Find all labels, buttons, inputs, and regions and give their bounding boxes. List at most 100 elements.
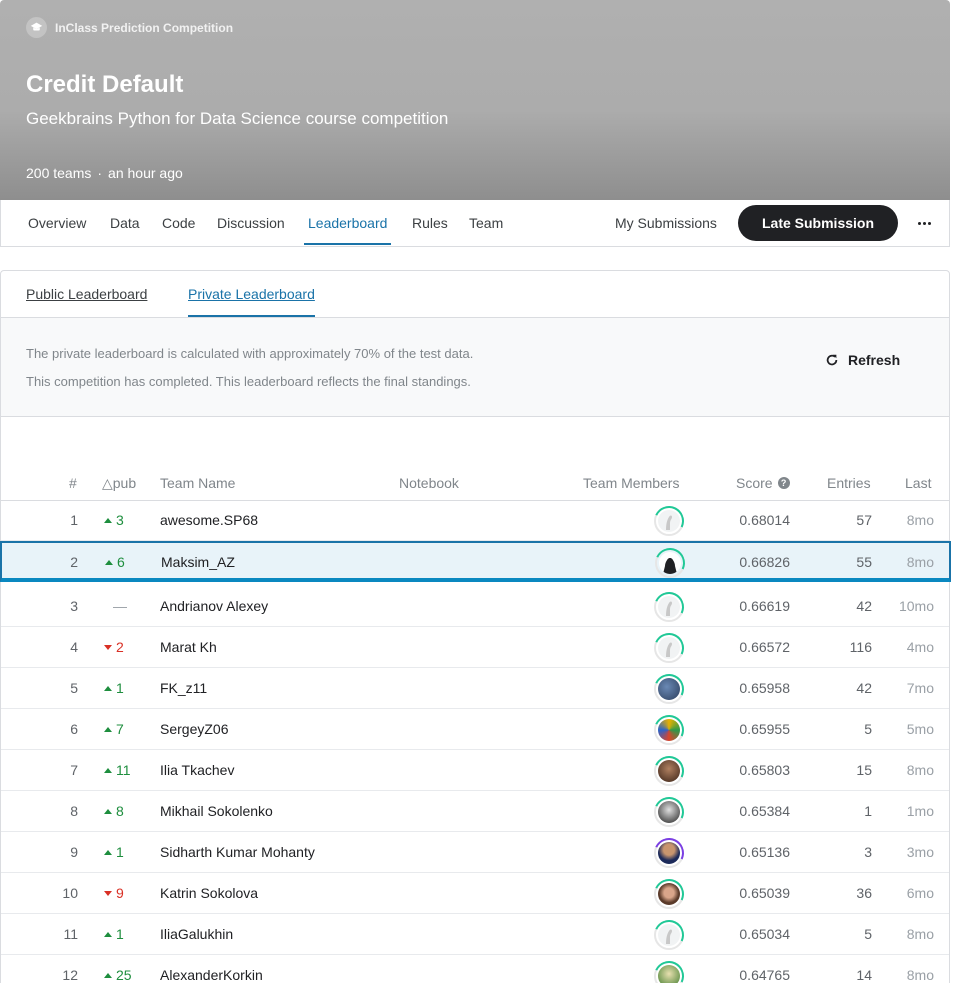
tab-discussion[interactable]: Discussion [217, 200, 285, 246]
rank-cell: 5 [70, 680, 78, 696]
leaderboard-info: The private leaderboard is calculated wi… [1, 318, 949, 417]
rank-change-value: 2 [116, 639, 124, 655]
team-member-avatar[interactable] [649, 710, 689, 750]
table-row[interactable]: 10 9 Katrin Sokolova 0.65039 36 6mo [1, 873, 949, 914]
col-team-members: Team Members [583, 475, 680, 491]
rank-change: 6 [105, 554, 145, 570]
table-row[interactable]: 6 7 SergeyZ06 0.65955 5 5mo [1, 709, 949, 750]
rank-cell: 10 [62, 885, 78, 901]
team-member-avatar[interactable] [649, 501, 689, 541]
last-submission-cell: 5mo [906, 721, 934, 737]
team-name-link[interactable]: SergeyZ06 [160, 721, 228, 737]
table-row[interactable]: 3 — Andrianov Alexey 0.66619 42 10mo [1, 586, 949, 627]
competition-page: InClass Prediction Competition Credit De… [0, 0, 953, 983]
avatar-image [658, 760, 680, 782]
last-updated: an hour ago [108, 165, 183, 181]
rank-change-value: 11 [116, 762, 131, 778]
tab-overview[interactable]: Overview [28, 200, 86, 246]
last-submission-cell: 8mo [906, 926, 934, 942]
team-name-link[interactable]: Ilia Tkachev [160, 762, 234, 778]
team-member-avatar[interactable] [649, 669, 689, 709]
team-member-avatar[interactable] [649, 833, 689, 873]
team-member-avatar[interactable] [649, 915, 689, 955]
rank-change: 7 [104, 721, 144, 737]
team-name-link[interactable]: IliaGalukhin [160, 926, 233, 942]
table-row[interactable]: 7 11 Ilia Tkachev 0.65803 15 8mo [1, 750, 949, 791]
table-row[interactable]: 1 3 awesome.SP68 0.68014 57 8mo [1, 500, 949, 541]
team-name-link[interactable]: Katrin Sokolova [160, 885, 258, 901]
team-member-avatar[interactable] [649, 874, 689, 914]
team-member-avatar[interactable] [649, 628, 689, 668]
tab-rules[interactable]: Rules [412, 200, 448, 246]
help-icon[interactable]: ? [777, 477, 790, 489]
arrow-up-icon [104, 931, 112, 937]
arrow-up-icon [104, 767, 112, 773]
rank-cell: 7 [70, 762, 78, 778]
col-notebook: Notebook [399, 475, 459, 491]
refresh-button[interactable]: Refresh [825, 352, 900, 368]
team-member-avatar[interactable] [649, 751, 689, 791]
table-row[interactable]: 9 1 Sidharth Kumar Mohanty 0.65136 3 3mo [1, 832, 949, 873]
last-submission-cell: 8mo [906, 967, 934, 983]
arrow-up-icon [104, 849, 112, 855]
meta-separator: · [97, 165, 103, 181]
score-cell: 0.68014 [739, 512, 790, 528]
leaderboard-tabs: Public Leaderboard Private Leaderboard [1, 271, 949, 318]
my-submissions-link[interactable]: My Submissions [615, 200, 717, 246]
col-last: Last [905, 475, 932, 491]
table-row[interactable]: 4 2 Marat Kh 0.66572 116 4mo [1, 627, 949, 668]
team-member-avatar[interactable] [650, 543, 690, 583]
competition-type-label: InClass Prediction Competition [55, 20, 234, 35]
score-cell: 0.65136 [739, 844, 790, 860]
team-name-link[interactable]: FK_z11 [160, 680, 207, 696]
tab-public-leaderboard[interactable]: Public Leaderboard [26, 286, 147, 302]
tab-leaderboard[interactable]: Leaderboard [303, 200, 392, 246]
tab-team[interactable]: Team [469, 200, 503, 246]
rank-change: — [113, 598, 153, 614]
team-name-link[interactable]: Sidharth Kumar Mohanty [160, 844, 315, 860]
entries-cell: 14 [856, 967, 872, 983]
team-name-link[interactable]: Marat Kh [160, 639, 217, 655]
rank-change-value: 1 [116, 680, 124, 696]
score-cell: 0.66826 [739, 554, 790, 570]
rank-change-value: 8 [116, 803, 124, 819]
score-cell: 0.64765 [739, 967, 790, 983]
rank-change: 8 [104, 803, 144, 819]
team-count: 200 teams [26, 165, 92, 181]
last-submission-cell: 8mo [906, 512, 934, 528]
last-submission-cell: 8mo [906, 554, 934, 570]
score-cell: 0.65803 [739, 762, 790, 778]
team-member-avatar[interactable] [649, 792, 689, 832]
arrow-down-icon [104, 644, 112, 650]
team-name-link[interactable]: Maksim_AZ [161, 554, 235, 570]
tab-private-leaderboard[interactable]: Private Leaderboard [188, 286, 315, 317]
entries-cell: 42 [856, 680, 872, 696]
team-member-avatar[interactable] [649, 587, 689, 627]
team-member-avatar[interactable] [649, 956, 689, 983]
team-name-link[interactable]: AlexanderKorkin [160, 967, 263, 983]
avatar-image [658, 842, 680, 864]
team-name-link[interactable]: Andrianov Alexey [160, 598, 268, 614]
entries-cell: 42 [856, 598, 872, 614]
team-name-link[interactable]: awesome.SP68 [160, 512, 258, 528]
table-row[interactable]: 8 8 Mikhail Sokolenko 0.65384 1 1mo [1, 791, 949, 832]
competition-meta: 200 teams · an hour ago [26, 165, 183, 181]
arrow-up-icon [105, 559, 113, 565]
rank-change: 1 [104, 844, 144, 860]
tab-data[interactable]: Data [110, 200, 140, 246]
score-cell: 0.66619 [739, 598, 790, 614]
team-name-link[interactable]: Mikhail Sokolenko [160, 803, 273, 819]
late-submission-button[interactable]: Late Submission [738, 205, 898, 241]
table-row[interactable]: 5 1 FK_z11 0.65958 42 7mo [1, 668, 949, 709]
competition-header: InClass Prediction Competition Credit De… [0, 0, 950, 200]
more-options-icon[interactable] [913, 211, 935, 235]
avatar-image [658, 719, 680, 741]
table-row[interactable]: 11 1 IliaGalukhin 0.65034 5 8mo [1, 914, 949, 955]
tab-code[interactable]: Code [162, 200, 195, 246]
table-row[interactable]: 12 25 AlexanderKorkin 0.64765 14 8mo [1, 955, 949, 983]
rank-change-value: — [113, 598, 127, 614]
col-delta[interactable]: △pub [102, 475, 136, 492]
rank-change-value: 6 [117, 554, 125, 570]
table-row[interactable]: 2 6 Maksim_AZ 0.66826 55 8mo [0, 541, 951, 583]
competition-title: Credit Default [26, 71, 184, 98]
